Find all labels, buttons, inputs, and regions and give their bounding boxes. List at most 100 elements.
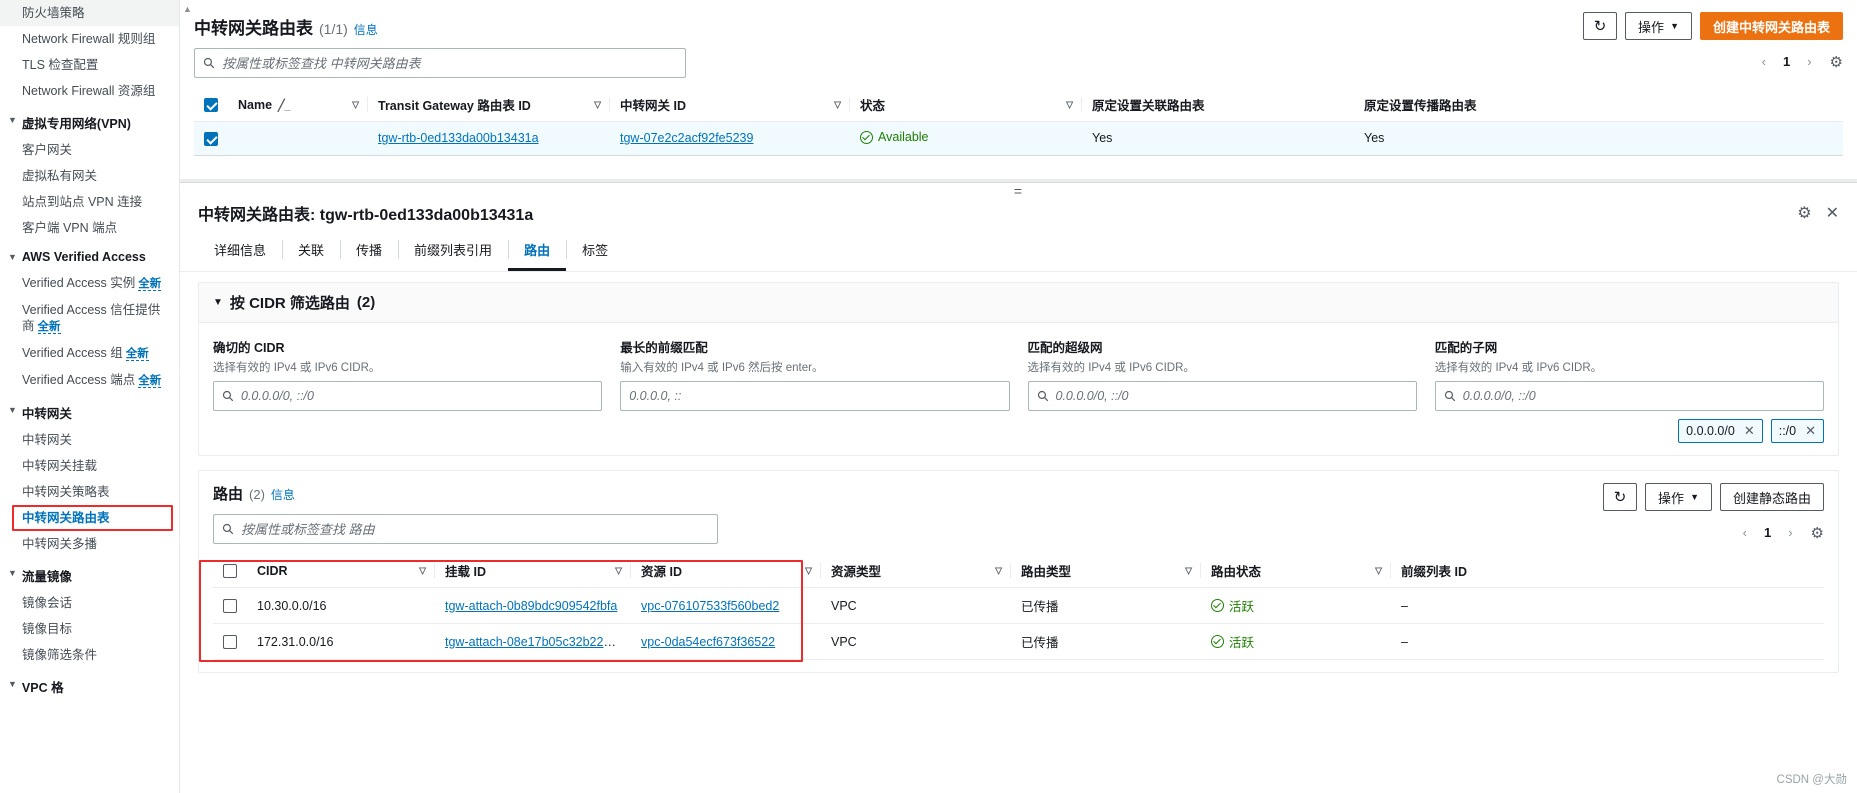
filter-field-input[interactable] [629, 389, 1001, 403]
routes-pagination-prev[interactable]: ‹ [1735, 523, 1755, 542]
tab-4[interactable]: 路由 [508, 231, 567, 271]
cell-resource-id[interactable]: vpc-076107533f560bed2 [631, 587, 821, 624]
tab-3[interactable]: 前缀列表引用 [398, 231, 508, 271]
tab-1[interactable]: 关联 [282, 231, 340, 271]
split-panel-drag-handle[interactable]: = [180, 183, 1857, 199]
cell-resource-id[interactable]: vpc-0da54ecf673f36522 [631, 623, 821, 660]
row-checkbox[interactable] [204, 131, 218, 146]
create-route-table-button[interactable]: 创建中转网关路由表 [1699, 12, 1843, 40]
sidebar-item-0-2[interactable]: TLS 检查配置 [0, 52, 179, 78]
sidebar-item-3-3[interactable]: 中转网关路由表 [12, 505, 173, 531]
routes-table-row[interactable]: 10.30.0.0/16 tgw-attach-0b89bdc909542fbfa… [213, 587, 1824, 624]
column-header-5[interactable]: 原定设置传播路由表 [1354, 88, 1843, 122]
sidebar-item-1-3[interactable]: 客户端 VPN 端点 [0, 215, 179, 241]
sidebar-group-2[interactable]: ▼ AWS Verified Access [0, 241, 179, 270]
sidebar-item-3-1[interactable]: 中转网关挂载 [0, 453, 179, 479]
routes-column-header-2[interactable]: 资源 ID ▽ [631, 554, 821, 588]
pagination-page-1[interactable]: 1 [1776, 52, 1797, 71]
refresh-button[interactable]: ↻ [1583, 12, 1618, 40]
sort-caret-icon[interactable]: ▽ [805, 565, 812, 576]
routes-column-header-6[interactable]: 前缀列表 ID [1391, 554, 1824, 588]
sidebar-group-3[interactable]: ▼ 中转网关 [0, 394, 179, 427]
tab-5[interactable]: 标签 [566, 231, 624, 271]
sidebar-group-1[interactable]: ▼ 虚拟专用网络(VPN) [0, 104, 179, 137]
tab-2[interactable]: 传播 [340, 231, 398, 271]
sort-caret-icon[interactable]: ▽ [615, 565, 622, 576]
split-panel-close-icon[interactable]: ✕ [1826, 203, 1839, 223]
sidebar-item-2-0[interactable]: Verified Access 实例 全新 [0, 270, 179, 297]
sort-caret-icon[interactable]: ▽ [419, 565, 426, 576]
routes-refresh-button[interactable]: ↻ [1603, 483, 1638, 511]
pagination-next[interactable]: › [1799, 52, 1819, 71]
routes-column-header-5[interactable]: 路由状态 ▽ [1201, 554, 1391, 588]
scroll-up-caret-icon[interactable]: ▲ [183, 4, 192, 14]
sidebar-item-0-3[interactable]: Network Firewall 资源组 [0, 78, 179, 104]
info-link[interactable]: 信息 [354, 21, 378, 38]
route-tables-search[interactable] [194, 48, 686, 78]
table-settings-gear-icon[interactable]: ⚙ [1822, 53, 1843, 71]
routes-search[interactable] [213, 514, 718, 544]
routes-pagination-next[interactable]: › [1780, 523, 1800, 542]
select-all-checkbox[interactable] [204, 97, 218, 112]
sidebar-item-2-1[interactable]: Verified Access 信任提供商 全新 [0, 297, 179, 340]
sidebar-item-1-0[interactable]: 客户网关 [0, 137, 179, 163]
routes-table-row[interactable]: 172.31.0.0/16 tgw-attach-08e17b05c32b2299… [213, 623, 1824, 660]
sidebar-item-2-2[interactable]: Verified Access 组全新 [0, 340, 179, 367]
sidebar-item-1-1[interactable]: 虚拟私有网关 [0, 163, 179, 189]
routes-settings-gear-icon[interactable]: ⚙ [1803, 524, 1824, 542]
cell-attachment-id[interactable]: tgw-attach-08e17b05c32b2299c [435, 623, 631, 660]
column-header-4[interactable]: 原定设置关联路由表 [1082, 88, 1354, 122]
actions-dropdown-button[interactable]: 操作 ▼ [1625, 12, 1692, 40]
sort-caret-icon[interactable]: ▽ [1185, 565, 1192, 576]
routes-row-checkbox[interactable] [223, 598, 237, 613]
filter-field-input-wrap[interactable] [1027, 381, 1417, 411]
sidebar-item-3-4[interactable]: 中转网关多播 [0, 531, 179, 557]
cell-route-table-id-link[interactable]: tgw-rtb-0ed133da00b13431a [378, 131, 539, 145]
sort-caret-icon[interactable]: ▽ [1066, 99, 1073, 110]
sidebar-group-5[interactable]: ▼ VPC 格 [0, 668, 179, 701]
sidebar-item-4-1[interactable]: 镜像目标 [0, 616, 179, 642]
sidebar-item-3-2[interactable]: 中转网关策略表 [0, 479, 179, 505]
routes-row-checkbox[interactable] [223, 634, 237, 649]
route-tables-search-input[interactable] [222, 55, 677, 71]
sidebar-item-1-2[interactable]: 站点到站点 VPN 连接 [0, 189, 179, 215]
sidebar-item-0-0[interactable]: 防火墙策略 [0, 0, 179, 26]
cell-route-table-id[interactable]: tgw-rtb-0ed133da00b13431a [368, 121, 610, 156]
filter-field-input-wrap[interactable] [620, 381, 1010, 411]
filter-field-input[interactable] [1055, 389, 1408, 403]
routes-pagination-page-1[interactable]: 1 [1757, 523, 1778, 542]
tab-0[interactable]: 详细信息 [198, 231, 282, 271]
routes-column-header-0[interactable]: CIDR ▽ [247, 554, 435, 588]
routes-column-header-4[interactable]: 路由类型 ▽ [1011, 554, 1201, 588]
routes-column-header-3[interactable]: 资源类型 ▽ [821, 554, 1011, 588]
routes-info-link[interactable]: 信息 [271, 486, 295, 503]
sidebar-item-0-1[interactable]: Network Firewall 规则组 [0, 26, 179, 52]
cell-attachment-id-link[interactable]: tgw-attach-08e17b05c32b2299c [445, 635, 624, 649]
cidr-filter-header[interactable]: ▼ 按 CIDR 筛选路由 (2) [199, 283, 1838, 323]
cell-transit-gateway-id[interactable]: tgw-07e2c2acf92fe5239 [610, 121, 850, 156]
split-panel-settings-gear-icon[interactable]: ⚙ [1797, 203, 1811, 223]
routes-search-input[interactable] [241, 521, 709, 537]
cell-transit-gateway-id-link[interactable]: tgw-07e2c2acf92fe5239 [620, 131, 753, 145]
column-header-1[interactable]: Transit Gateway 路由表 ID ▽ [368, 88, 610, 122]
sort-caret-icon[interactable]: ▽ [352, 99, 359, 110]
sidebar-item-4-2[interactable]: 镜像筛选条件 [0, 642, 179, 668]
pagination-prev[interactable]: ‹ [1754, 52, 1774, 71]
sort-caret-icon[interactable]: ▽ [834, 99, 841, 110]
routes-select-all-checkbox[interactable] [223, 563, 237, 578]
cell-resource-id-link[interactable]: vpc-0da54ecf673f36522 [641, 635, 775, 649]
cell-attachment-id-link[interactable]: tgw-attach-0b89bdc909542fbfa [445, 599, 617, 613]
sidebar-item-2-3[interactable]: Verified Access 端点 全新 [0, 367, 179, 394]
filter-field-input[interactable] [241, 389, 594, 403]
sort-caret-icon[interactable]: ▽ [594, 99, 601, 110]
table-row[interactable]: tgw-rtb-0ed133da00b13431a tgw-07e2c2acf92… [194, 121, 1843, 156]
routes-actions-dropdown-button[interactable]: 操作 ▼ [1645, 483, 1712, 511]
close-icon[interactable]: ✕ [1805, 423, 1816, 439]
sort-caret-icon[interactable]: ▽ [1375, 565, 1382, 576]
filter-field-input[interactable] [1462, 389, 1815, 403]
filter-field-input-wrap[interactable] [213, 381, 603, 411]
sidebar-group-4[interactable]: ▼ 流量镜像 [0, 557, 179, 590]
sidebar-item-3-0[interactable]: 中转网关 [0, 427, 179, 453]
close-icon[interactable]: ✕ [1744, 423, 1755, 439]
sort-caret-icon[interactable]: ▽ [995, 565, 1002, 576]
